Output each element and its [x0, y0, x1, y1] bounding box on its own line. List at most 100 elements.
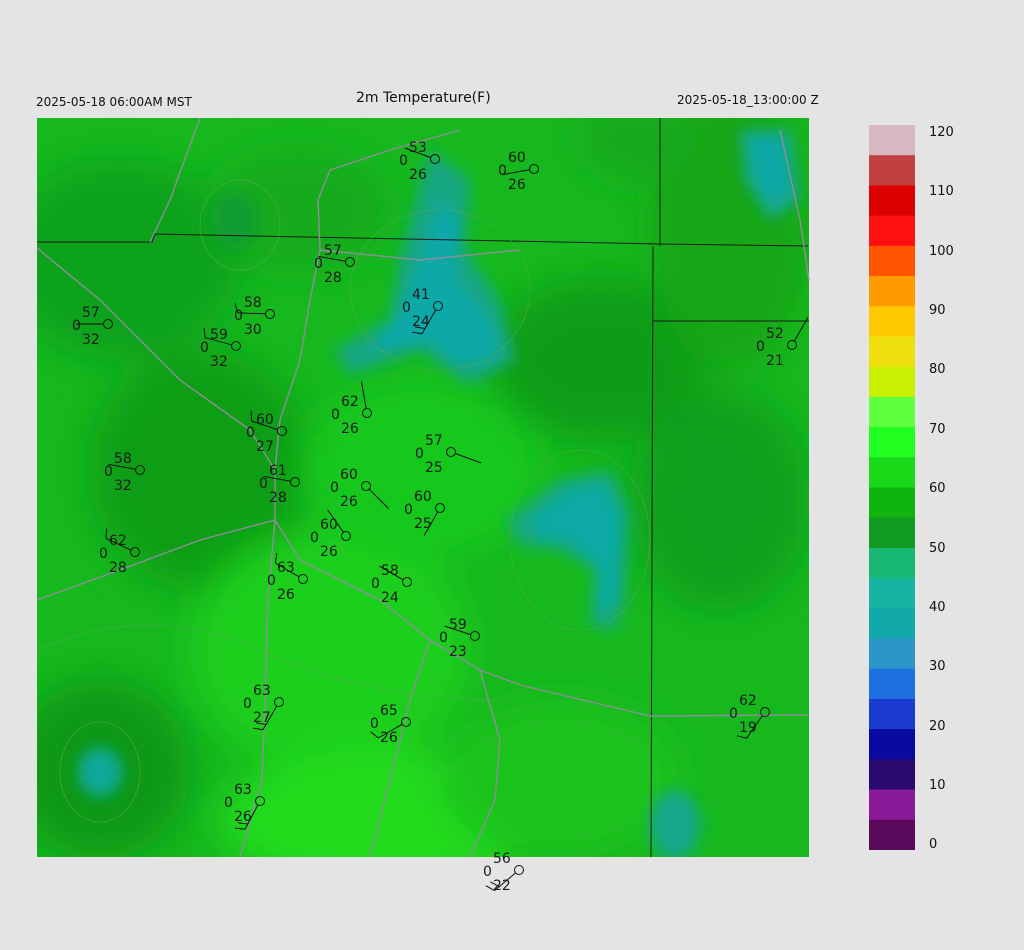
- colorbar-segment: [869, 769, 915, 781]
- colorbar-segment: [869, 568, 915, 579]
- colorbar-segment: [869, 557, 915, 569]
- station-cloud-cover: 0: [399, 153, 408, 169]
- colorbar-segment: [869, 527, 915, 539]
- colorbar-tick-label: 20: [929, 719, 946, 734]
- colorbar-segment: [869, 517, 915, 529]
- colorbar-segment: [869, 296, 915, 307]
- station-temperature: 57: [82, 305, 100, 321]
- station-cloud-cover: 0: [370, 716, 379, 732]
- station-temperature: 60: [414, 489, 432, 505]
- station-cloud-cover: 0: [234, 308, 243, 324]
- station-cloud-cover: 0: [200, 340, 209, 356]
- station-cloud-cover: 0: [415, 446, 424, 462]
- station-cloud-cover: 0: [483, 864, 492, 880]
- colorbar-segment: [869, 376, 915, 388]
- station-temperature: 58: [244, 295, 262, 311]
- colorbar-segment: [869, 306, 915, 317]
- station-dewpoint: 26: [341, 421, 359, 437]
- station-cloud-cover: 0: [72, 318, 81, 334]
- colorbar-tick-label: 70: [929, 422, 946, 437]
- wind-barb-flag: [250, 411, 253, 422]
- colorbar-segment: [869, 125, 915, 136]
- station-dewpoint: 24: [381, 590, 399, 606]
- colorbar-segment: [869, 165, 915, 176]
- colorbar-tick-label: 0: [929, 837, 938, 852]
- colorbar-segment: [869, 719, 915, 730]
- colorbar-tick-label: 40: [929, 600, 946, 615]
- colorbar-segment: [869, 507, 915, 519]
- station-dewpoint: 23: [449, 644, 467, 660]
- colorbar-tick-label: 110: [929, 184, 954, 199]
- colorbar-segment: [869, 447, 915, 458]
- station-temperature: 60: [256, 412, 274, 428]
- colorbar-segment: [869, 406, 915, 418]
- colorbar-segment: [869, 709, 915, 720]
- colorbar-segment: [869, 749, 915, 760]
- station-cloud-cover: 0: [243, 696, 252, 712]
- colorbar-segment: [869, 779, 915, 791]
- station-cloud-cover: 0: [498, 163, 507, 179]
- station-cloud-cover: 0: [439, 630, 448, 646]
- colorbar-segment: [869, 326, 915, 338]
- station-cloud-cover: 0: [310, 530, 319, 546]
- colorbar-segment: [869, 739, 915, 750]
- colorbar-segment: [869, 145, 915, 156]
- colorbar-tick-label: 50: [929, 541, 946, 556]
- colorbar-segment: [869, 678, 915, 690]
- station-dewpoint: 28: [269, 490, 287, 506]
- colorbar-tick-label: 60: [929, 481, 946, 496]
- station-temperature: 59: [449, 617, 467, 633]
- colorbar-segment: [869, 245, 915, 257]
- station-dewpoint: 26: [409, 167, 427, 183]
- colorbar-segment: [869, 759, 915, 771]
- colorbar-segment: [869, 195, 915, 207]
- colorbar-segment: [869, 185, 915, 197]
- colorbar-tick-label: 30: [929, 659, 946, 674]
- colorbar-segment: [869, 265, 915, 277]
- station-temperature: 62: [341, 394, 359, 410]
- station-temperature: 58: [381, 563, 399, 579]
- colorbar-segment: [869, 789, 915, 801]
- colorbar-segment: [869, 799, 915, 811]
- station-temperature: 60: [320, 517, 338, 533]
- station-dewpoint: 26: [234, 809, 252, 825]
- colorbar-segment: [869, 235, 915, 247]
- colorbar-segment: [869, 215, 915, 227]
- colorbar-segment: [869, 618, 915, 630]
- colorbar-segment: [869, 437, 915, 448]
- colorbar-segment: [869, 155, 915, 166]
- station-dewpoint: 22: [493, 878, 511, 894]
- colorbar-segment: [869, 829, 915, 841]
- station-cloud-cover: 0: [404, 502, 413, 518]
- colorbar-segment: [869, 427, 915, 438]
- station-cloud-cover: 0: [756, 339, 765, 355]
- station-dewpoint: 25: [425, 460, 443, 476]
- station-temperature: 41: [412, 287, 430, 303]
- colorbar-segment: [869, 608, 915, 619]
- station-dewpoint: 30: [244, 322, 262, 338]
- station-plot: 56022: [483, 851, 524, 894]
- station-dewpoint: 26: [340, 494, 358, 510]
- station-cloud-cover: 0: [246, 425, 255, 441]
- colorbar-segment: [869, 417, 915, 428]
- station-temperature: 63: [234, 782, 252, 798]
- station-dewpoint: 24: [412, 314, 430, 330]
- station-dewpoint: 27: [253, 710, 271, 726]
- station-dewpoint: 26: [508, 177, 526, 193]
- station-dewpoint: 32: [82, 332, 100, 348]
- colorbar-tick-label: 80: [929, 362, 946, 377]
- colorbar-segment: [869, 598, 915, 609]
- colorbar-segment: [869, 346, 915, 358]
- colorbar-segment: [869, 457, 915, 468]
- colorbar-segment: [869, 668, 915, 680]
- colorbar-segment: [869, 175, 915, 187]
- colorbar-segment: [869, 628, 915, 640]
- station-temperature: 63: [253, 683, 271, 699]
- colorbar-segment: [869, 225, 915, 237]
- station-temperature: 62: [739, 693, 757, 709]
- station-dewpoint: 28: [109, 560, 127, 576]
- station-dewpoint: 25: [414, 516, 432, 532]
- station-temperature: 53: [409, 140, 427, 156]
- colorbar-segment: [869, 336, 915, 348]
- station-dewpoint: 26: [320, 544, 338, 560]
